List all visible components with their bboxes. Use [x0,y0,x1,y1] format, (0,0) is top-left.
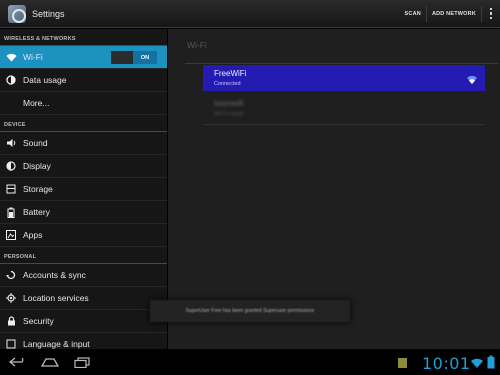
wifi-toggle[interactable]: ON [111,51,157,64]
location-icon [5,292,17,304]
back-icon[interactable] [4,349,32,375]
sidebar-item-label: Security [23,316,54,326]
sidebar-item-label: Display [23,161,51,171]
settings-app-icon[interactable] [8,4,26,23]
notification-icon[interactable] [398,358,407,368]
recent-apps-icon[interactable] [68,349,96,375]
sidebar-item-data-usage[interactable]: Data usage [0,69,167,92]
wifi-signal-icon [466,72,478,84]
network-ssid: toomwifi [214,99,244,108]
sidebar-item-label: Battery [23,207,50,217]
network-ssid: FreeWiFi [214,69,247,78]
language-icon [5,338,17,349]
section-header: WIRELESS & NETWORKS [0,29,167,46]
panel-title: Wi-Fi [187,40,207,50]
sidebar-item-sound[interactable]: Sound [0,132,167,155]
sidebar-item-accounts-sync[interactable]: Accounts & sync [0,264,167,287]
sidebar-item-location[interactable]: Location services [0,287,167,310]
settings-sidebar: WIRELESS & NETWORKS Wi-Fi ON Data usage … [0,29,167,349]
status-clock[interactable]: 10:01 [422,354,471,373]
sidebar-item-label: Accounts & sync [23,270,86,280]
section-header: PERSONAL [0,247,167,264]
toast-message: SuperUser Free has been granted Superuse… [150,300,350,322]
apps-icon [5,229,17,241]
app-title: Settings [32,8,65,19]
lock-icon [5,315,17,327]
sidebar-item-label: Language & input [23,339,90,349]
data-usage-icon [5,74,17,86]
storage-icon [5,183,17,195]
sidebar-item-security[interactable]: Security [0,310,167,333]
sidebar-item-battery[interactable]: Battery [0,201,167,224]
sidebar-item-label: Wi-Fi [23,52,43,62]
home-icon[interactable] [36,349,64,375]
divider [185,63,498,64]
sidebar-item-storage[interactable]: Storage [0,178,167,201]
network-row-connected[interactable]: FreeWiFi Connected [203,65,485,91]
add-network-button[interactable]: ADD NETWORK [427,0,481,28]
sidebar-item-wifi[interactable]: Wi-Fi ON [0,46,167,69]
sidebar-item-more[interactable]: More... [0,92,167,115]
sidebar-item-label: Apps [23,230,43,240]
sidebar-item-display[interactable]: Display [0,155,167,178]
toggle-on-label: ON [133,51,157,64]
sidebar-item-label: Location services [23,293,89,303]
scan-button[interactable]: SCAN [400,0,426,28]
divider [203,124,485,125]
network-status: Connected [214,81,241,87]
battery-icon [5,206,17,218]
sound-icon [5,137,17,149]
sync-icon [5,269,17,281]
sidebar-item-label: Sound [23,138,48,148]
section-header: DEVICE [0,115,167,132]
status-wifi-icon [470,356,484,374]
wifi-icon [5,51,17,63]
action-bar: Settings SCAN ADD NETWORK [0,0,500,28]
status-battery-icon [487,355,495,369]
network-status: Not in range [214,111,244,117]
sidebar-item-apps[interactable]: Apps [0,224,167,247]
overflow-menu-icon[interactable] [482,0,500,28]
network-row[interactable]: toomwifi Not in range [203,95,485,121]
sidebar-item-label: More... [23,98,50,108]
sidebar-item-label: Storage [23,184,53,194]
sidebar-item-language[interactable]: Language & input [0,333,167,349]
sidebar-item-label: Data usage [23,75,67,85]
display-icon [5,160,17,172]
